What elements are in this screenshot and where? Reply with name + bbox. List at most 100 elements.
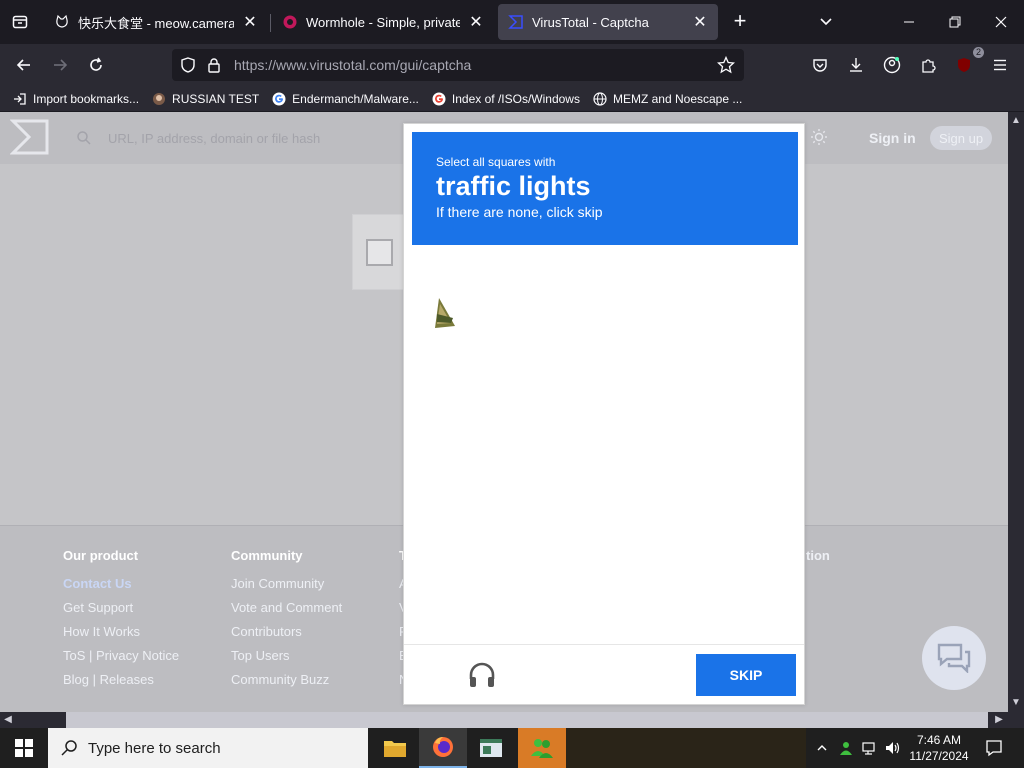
tab-wormhole[interactable]: Wormhole - Simple, private file ✕ <box>272 4 494 40</box>
notification-icon[interactable] <box>980 728 1008 768</box>
url-text[interactable]: https://www.virustotal.com/gui/captcha <box>234 57 710 73</box>
bookmark-import[interactable]: Import bookmarks... <box>12 91 139 107</box>
footer-heading-partial: tion <box>806 548 830 563</box>
scroll-left-arrow-icon[interactable]: ◀ <box>3 715 13 725</box>
users-app-icon[interactable] <box>518 728 566 768</box>
taskbar-search-box[interactable]: Type here to search <box>48 728 368 768</box>
captcha-header: Select all squares with traffic lights I… <box>412 132 798 245</box>
close-window-button[interactable] <box>978 0 1024 44</box>
google-icon <box>431 91 447 107</box>
bookmark-label: Endermanch/Malware... <box>292 91 419 106</box>
tab-title: 快乐大食堂 - meow.camera <box>78 15 234 31</box>
app-window-icon[interactable] <box>467 728 515 768</box>
footer-link-blog-releases[interactable]: Blog | Releases <box>63 673 179 697</box>
chevron-up-icon[interactable] <box>812 728 832 768</box>
footer-link-get-support[interactable]: Get Support <box>63 601 179 625</box>
page-viewport: URL, IP address, domain or file hash Sig… <box>0 112 1008 712</box>
captcha-image-fragment[interactable] <box>431 296 457 330</box>
shield-icon[interactable] <box>178 55 198 75</box>
url-path: /gui/captcha <box>395 57 472 73</box>
import-icon <box>12 91 28 107</box>
footer-link-join-community[interactable]: Join Community <box>231 577 342 601</box>
footer-link-top-users[interactable]: Top Users <box>231 649 342 673</box>
tab-title: VirusTotal - Captcha <box>532 14 649 30</box>
back-arrow-icon[interactable] <box>10 51 38 79</box>
bookmark-isos[interactable]: Index of /ISOs/Windows <box>431 91 580 107</box>
scroll-right-arrow-icon[interactable]: ▶ <box>994 715 1004 725</box>
footer-heading: Our product <box>63 548 139 563</box>
chat-bubble-button[interactable] <box>922 626 986 690</box>
ublock-icon[interactable]: 2 <box>950 47 984 79</box>
horizontal-scroll-thumb[interactable] <box>66 712 988 728</box>
extension-badge: 2 <box>972 47 984 58</box>
bookmark-favicon <box>151 91 167 107</box>
vertical-scrollbar[interactable]: ▲ ▼ <box>1008 112 1024 712</box>
footer-link-vote-comment[interactable]: Vote and Comment <box>231 601 342 625</box>
taskbar-search-placeholder: Type here to search <box>88 739 221 757</box>
virustotal-search-input[interactable]: URL, IP address, domain or file hash <box>66 124 406 152</box>
scroll-down-arrow-icon[interactable]: ▼ <box>1011 698 1021 708</box>
skip-button[interactable]: SKIP <box>696 654 796 696</box>
taskbar-clock[interactable]: 7:46 AM 11/27/2024 <box>898 732 980 764</box>
chevron-down-icon[interactable] <box>814 10 838 34</box>
hamburger-menu-icon[interactable] <box>986 51 1014 79</box>
reload-icon[interactable] <box>82 51 110 79</box>
bookmarks-bar: Import bookmarks... RUSSIAN TEST Enderma… <box>0 86 1024 112</box>
account-icon[interactable] <box>878 51 906 79</box>
bookmark-label: MEMZ and Noescape ... <box>612 91 743 106</box>
footer-link-community-buzz[interactable]: Community Buzz <box>231 673 342 697</box>
wormhole-icon <box>282 14 298 30</box>
sign-up-button[interactable]: Sign up <box>930 126 992 150</box>
tab-title: Wormhole - Simple, private file <box>306 14 460 30</box>
address-bar[interactable]: https://www.virustotal.com/gui/captcha <box>172 49 744 81</box>
close-tab-icon[interactable]: ✕ <box>468 14 484 31</box>
clock-time: 7:46 AM <box>916 733 962 747</box>
captcha-checkbox-widget <box>352 214 404 290</box>
tab-virustotal[interactable]: VirusTotal - Captcha ✕ <box>498 4 718 40</box>
bookmark-label: RUSSIAN TEST <box>172 91 260 106</box>
file-explorer-icon[interactable] <box>371 728 419 768</box>
search-placeholder: URL, IP address, domain or file hash <box>108 130 321 146</box>
google-icon <box>271 91 287 107</box>
scroll-up-arrow-icon[interactable]: ▲ <box>1011 116 1021 126</box>
user-tray-icon[interactable] <box>836 728 856 768</box>
footer-link-tos-privacy[interactable]: ToS | Privacy Notice <box>63 649 179 673</box>
footer-link-contact-us[interactable]: Contact Us <box>63 577 179 601</box>
captcha-hint: If there are none, click skip <box>436 204 603 220</box>
minimize-button[interactable] <box>886 0 932 44</box>
close-tab-icon[interactable]: ✕ <box>242 14 258 31</box>
bookmark-endermanch[interactable]: Endermanch/Malware... <box>271 91 419 107</box>
globe-icon <box>592 91 608 107</box>
captcha-checkbox[interactable] <box>366 239 393 266</box>
sign-in-link[interactable]: Sign in <box>869 130 916 146</box>
url-host: https://www.virustotal.com <box>234 57 396 73</box>
clock-date: 11/27/2024 <box>909 749 969 763</box>
firefox-icon[interactable] <box>419 728 467 768</box>
theme-toggle-sun-icon[interactable] <box>810 128 828 146</box>
network-icon[interactable] <box>860 728 880 768</box>
footer-link-contributors[interactable]: Contributors <box>231 625 342 649</box>
close-tab-icon[interactable]: ✕ <box>692 14 708 31</box>
tab-meow-camera[interactable]: 快乐大食堂 - meow.camera ✕ <box>44 4 268 40</box>
footer-link-how-it-works[interactable]: How It Works <box>63 625 179 649</box>
captcha-prompt: Select all squares with <box>436 155 556 169</box>
search-icon <box>61 740 77 756</box>
virustotal-logo-icon[interactable] <box>9 118 50 156</box>
headphones-icon[interactable] <box>468 661 496 689</box>
captcha-target: traffic lights <box>436 171 591 201</box>
windows-start-icon[interactable] <box>0 728 48 768</box>
lock-icon[interactable] <box>204 55 224 75</box>
extensions-icon[interactable] <box>914 51 942 79</box>
download-icon[interactable] <box>842 51 870 79</box>
new-tab-button[interactable]: + <box>728 10 752 34</box>
bookmark-memz[interactable]: MEMZ and Noescape ... <box>592 91 742 107</box>
restore-button[interactable] <box>932 0 978 44</box>
tab-strip: 快乐大食堂 - meow.camera ✕ Wormhole - Simple,… <box>0 0 1024 44</box>
forward-arrow-icon[interactable] <box>46 51 74 79</box>
horizontal-scrollbar[interactable]: ◀ ▶ <box>0 712 1008 728</box>
footer-column-community: Community Join Community Vote and Commen… <box>231 548 342 697</box>
bookmark-russian-test[interactable]: RUSSIAN TEST <box>151 91 259 107</box>
firefox-view-icon[interactable] <box>8 10 32 34</box>
pocket-icon[interactable] <box>806 51 834 79</box>
star-icon[interactable] <box>716 55 736 75</box>
